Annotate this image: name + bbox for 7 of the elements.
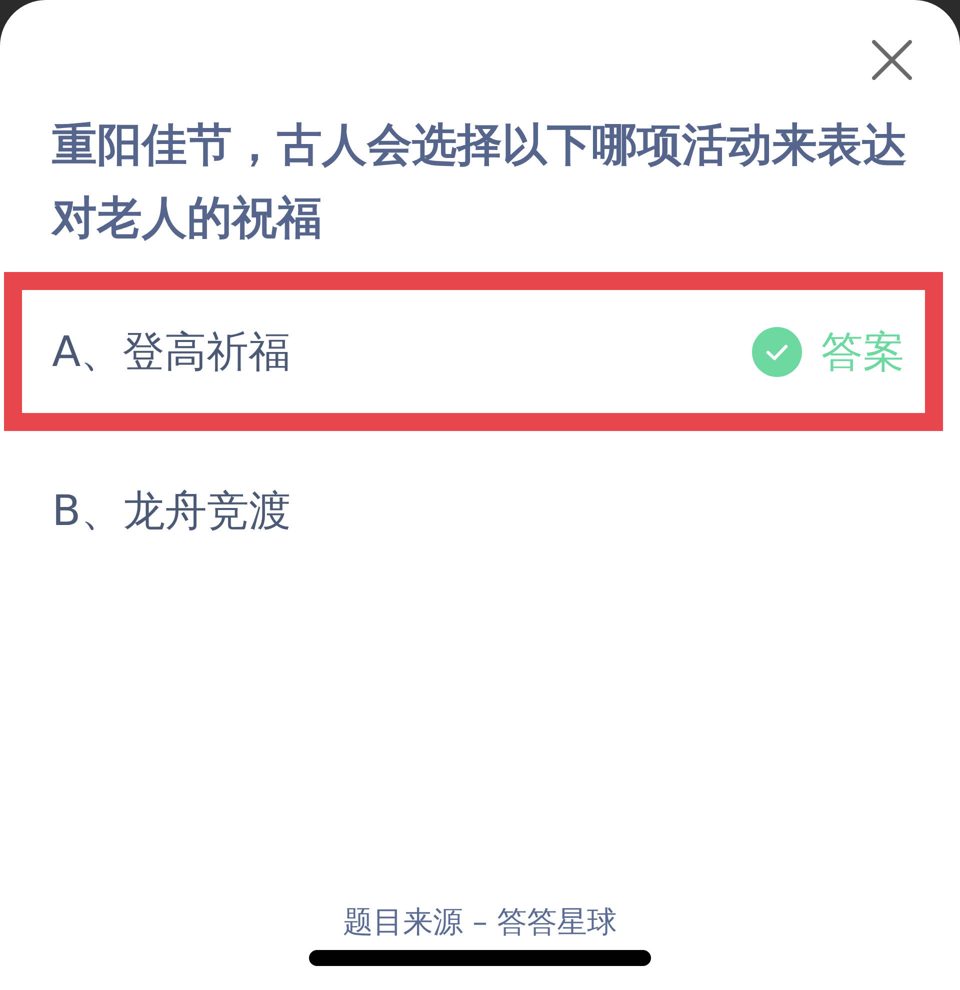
answer-label: 答案 [821, 326, 905, 376]
question-title: 重阳佳节，古人会选择以下哪项活动来表达对老人的祝福 [52, 117, 908, 246]
close-button[interactable] [872, 40, 912, 80]
source-credit: 题目来源 – 答答星球 [342, 905, 618, 941]
answer-option[interactable]: B、龙舟竞渡 [4, 431, 943, 590]
close-icon [872, 40, 912, 80]
answer-option[interactable]: A、登高祈福 答案 [4, 272, 943, 431]
